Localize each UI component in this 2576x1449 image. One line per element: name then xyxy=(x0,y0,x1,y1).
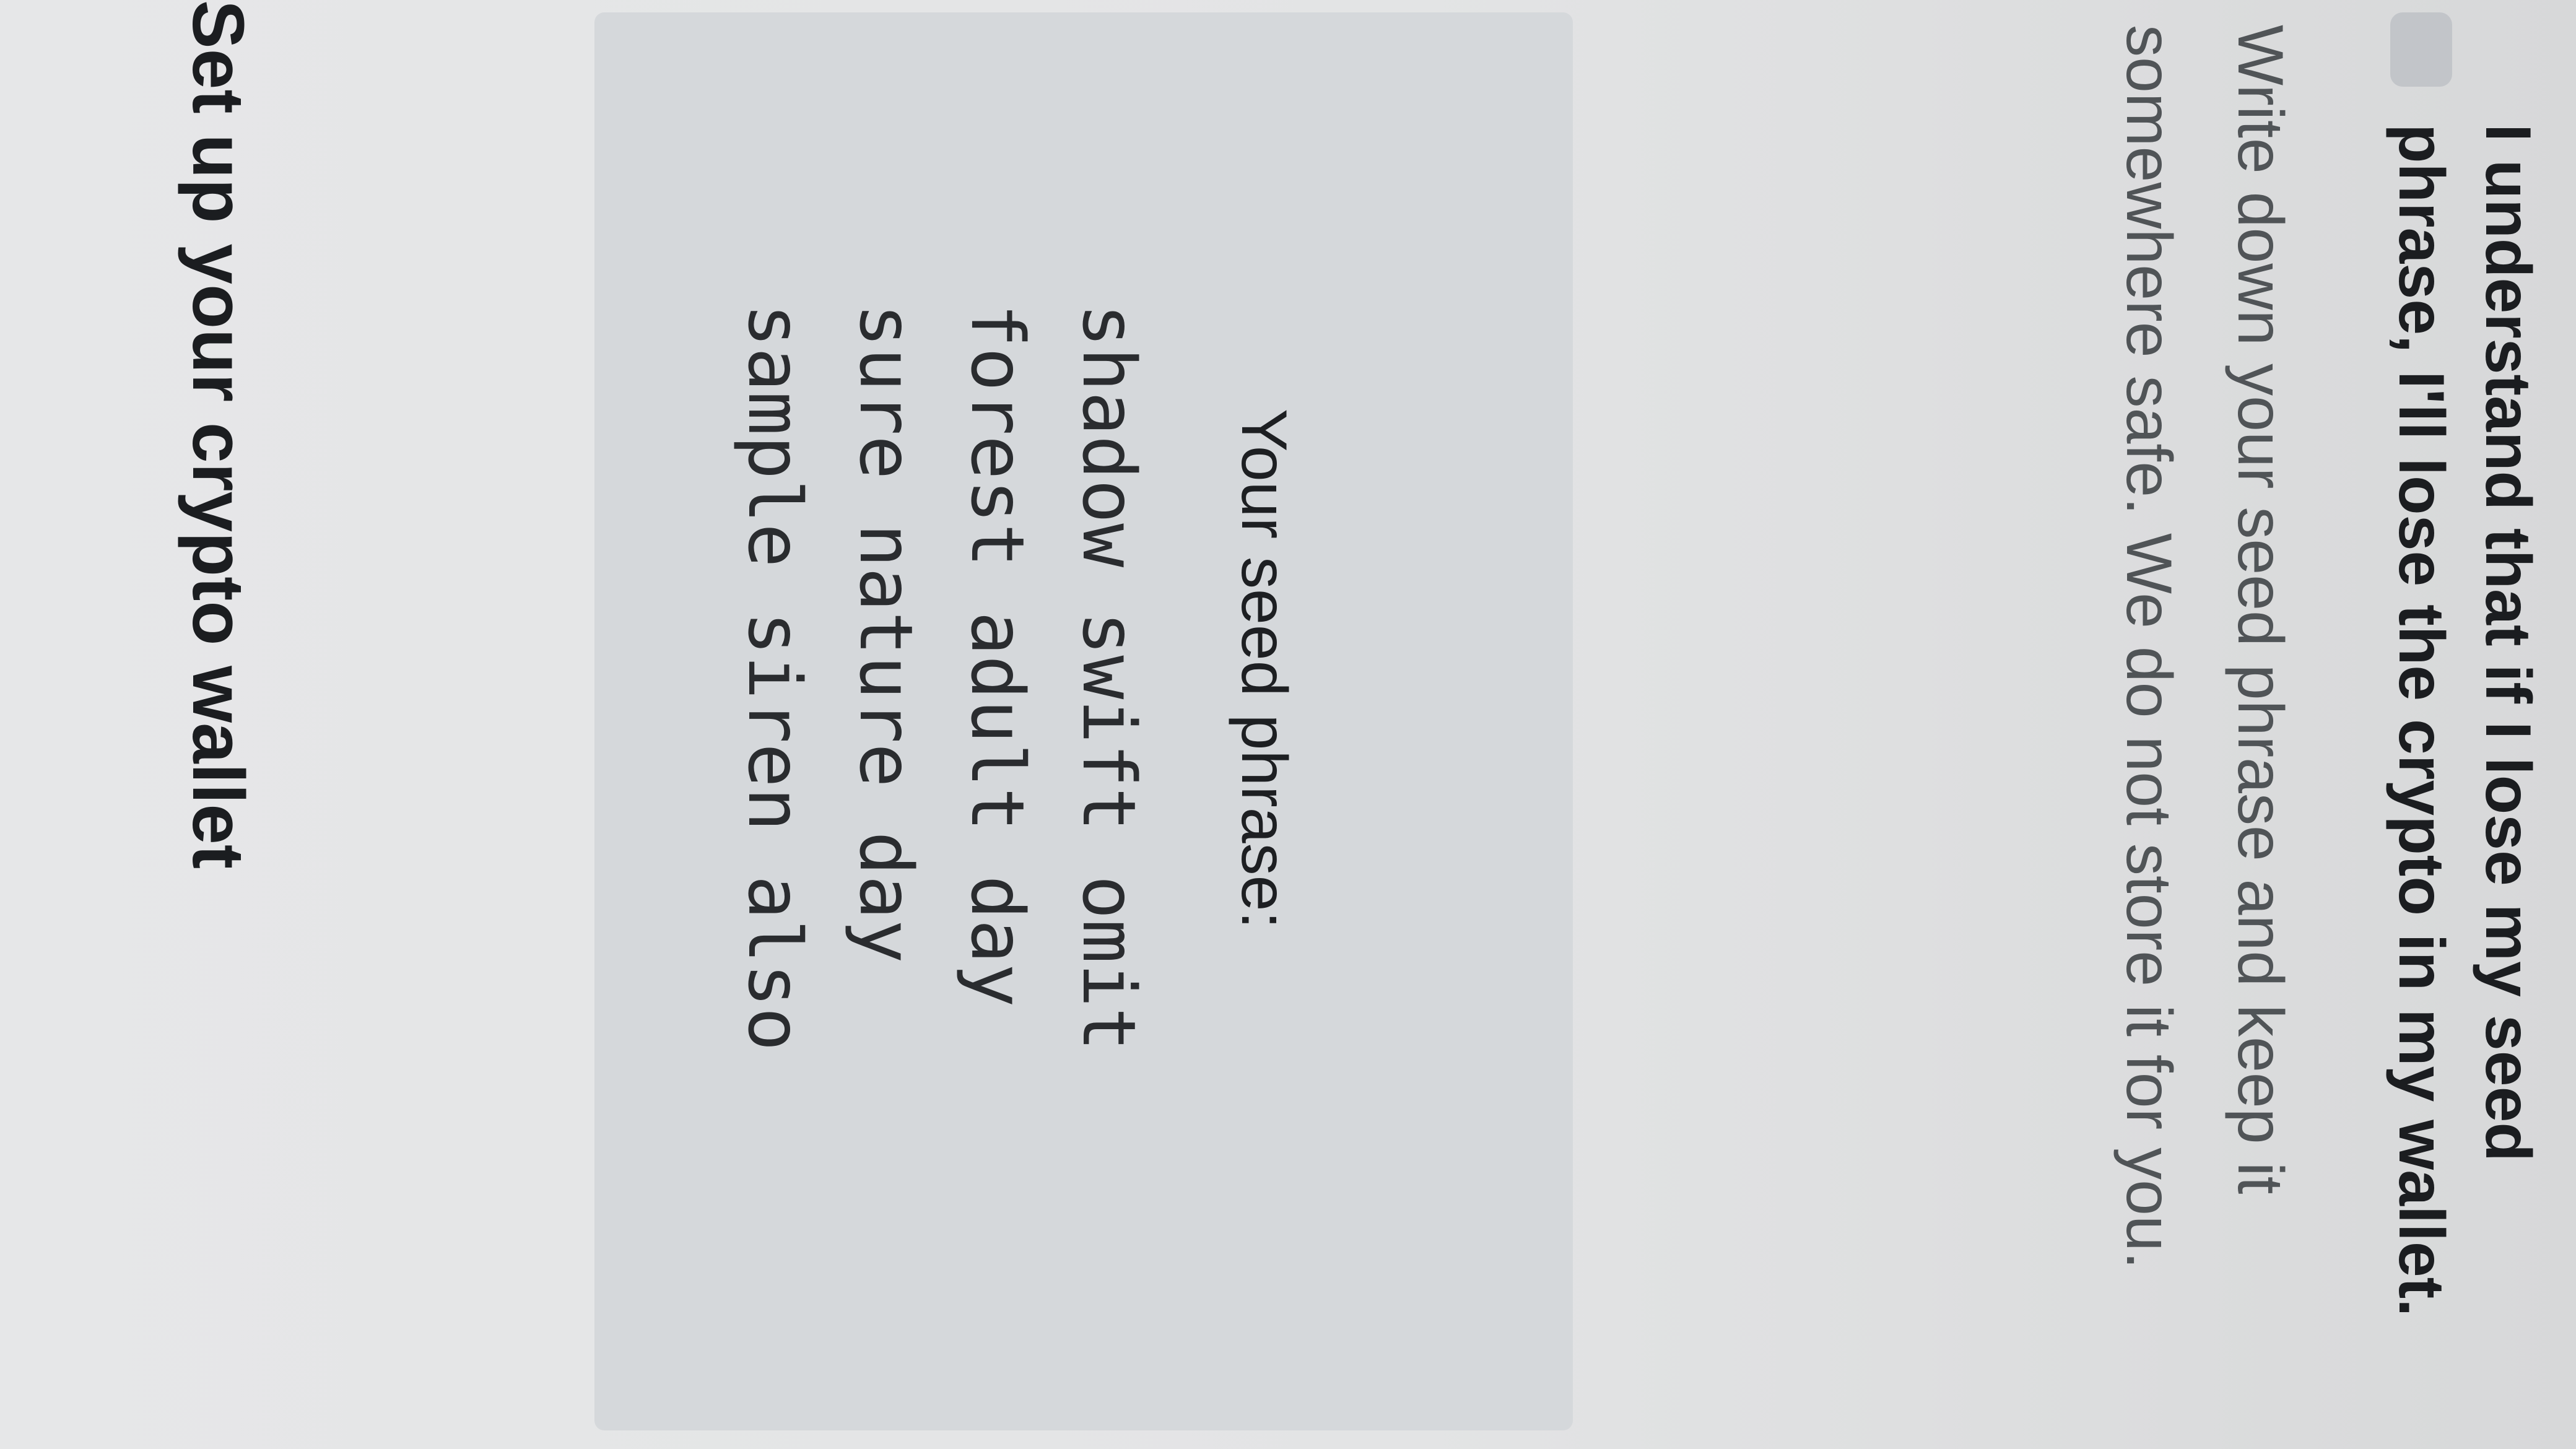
seed-phrase-line-4: sample siren also xyxy=(732,303,817,1051)
seed-phrase-label: Your seed phrase: xyxy=(1228,409,1300,929)
wallet-setup-screen: Set up your crypto wallet Your seed phra… xyxy=(0,0,2576,1449)
page-title: Set up your crypto wallet xyxy=(177,0,259,869)
seed-phrase-line-2: forest adult day xyxy=(955,303,1040,1007)
page: Set up your crypto wallet Your seed phra… xyxy=(0,0,2576,1449)
photo-background: Set up your crypto wallet Your seed phra… xyxy=(0,0,2576,1449)
confirm-label[interactable]: I understand that if I lose my seed phra… xyxy=(2378,124,2551,1350)
seed-phrase-line-1: shadow swift omit xyxy=(1066,303,1152,1051)
seed-phrase-card: Your seed phrase: shadow swift omit fore… xyxy=(594,12,1573,1430)
seed-phrase-line-3: sure nature day xyxy=(843,303,929,964)
seed-phrase-instructions: Write down your seed phrase and keep it … xyxy=(2113,25,2296,1269)
confirm-checkbox[interactable] xyxy=(2390,12,2452,87)
